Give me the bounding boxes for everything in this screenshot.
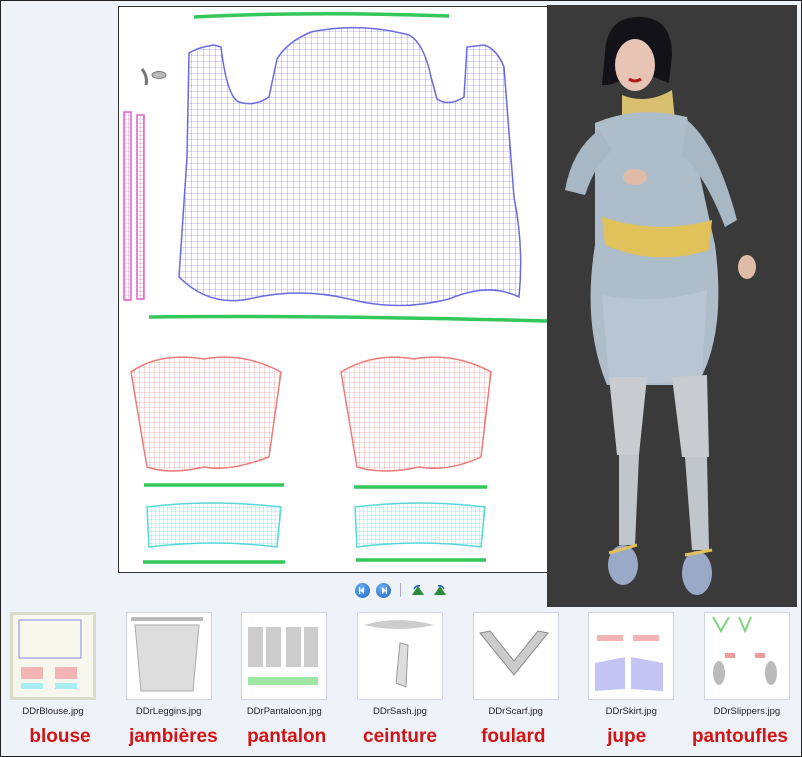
thumbnail-image <box>10 612 96 700</box>
rendered-character-image <box>565 16 756 595</box>
thumbnail-filename: DDrBlouse.jpg <box>22 706 84 717</box>
thumbnail-filename: DDrSash.jpg <box>373 706 427 717</box>
character-render <box>547 5 797 607</box>
garment-label-blouse: blouse <box>29 726 91 747</box>
garment-label-ceinture: ceinture <box>363 726 437 747</box>
texture-viewer <box>118 6 548 573</box>
toolbar-divider <box>400 583 401 597</box>
thumbnail-jambières[interactable]: DDrLeggins.jpg <box>120 612 218 726</box>
next-button[interactable] <box>376 582 391 598</box>
thumbnail-filename: DDrScarf.jpg <box>488 706 543 717</box>
thumbnail-image <box>125 612 212 700</box>
thumbnail-strip: DDrBlouse.jpg DDrLeggins.jpg DDrPantaloon.… <box>4 612 796 726</box>
thumbnail-filename: DDrSlippers.jpg <box>713 706 781 717</box>
thumbnail-image <box>356 612 443 700</box>
thumbnail-foulard[interactable]: DDrScarf.jpg <box>467 612 565 726</box>
thumbnail-pantoufles[interactable]: DDrSlippers.jpg <box>698 612 796 726</box>
thumbnail-filename: DDrLeggins.jpg <box>135 706 202 717</box>
thumbnail-ceinture[interactable]: DDrSash.jpg <box>351 612 449 726</box>
rotate-left-icon[interactable] <box>410 583 426 597</box>
previous-icon <box>359 586 364 594</box>
thumbnail-filename: DDrPantaloon.jpg <box>246 706 322 717</box>
thumbnail-filename: DDrSkirt.jpg <box>605 706 657 717</box>
thumbnail-image <box>588 612 675 700</box>
rotate-right-icon[interactable] <box>432 583 448 597</box>
garment-label-jupe: jupe <box>607 726 647 747</box>
thumbnail-jupe[interactable]: DDrSkirt.jpg <box>582 612 680 726</box>
thumbnail-image <box>703 612 790 700</box>
garment-labels: blouse jambières pantalon ceinture foulard ju… <box>4 726 796 752</box>
garment-label-pantoufles: pantoufles <box>691 726 788 747</box>
next-icon <box>382 586 387 594</box>
garment-label-foulard: foulard <box>481 726 546 747</box>
thumbnail-pantalon[interactable]: DDrPantaloon.jpg <box>235 612 333 726</box>
garment-label-pantalon: pantalon <box>247 726 327 747</box>
thumbnail-image <box>472 612 559 700</box>
previous-button[interactable] <box>355 582 370 598</box>
thumbnail-image <box>241 612 328 700</box>
uv-template-image <box>123 11 548 564</box>
garment-label-jambières: jambières <box>128 726 218 747</box>
viewer-navigation <box>355 580 448 600</box>
thumbnail-blouse[interactable]: DDrBlouse.jpg <box>4 612 102 726</box>
